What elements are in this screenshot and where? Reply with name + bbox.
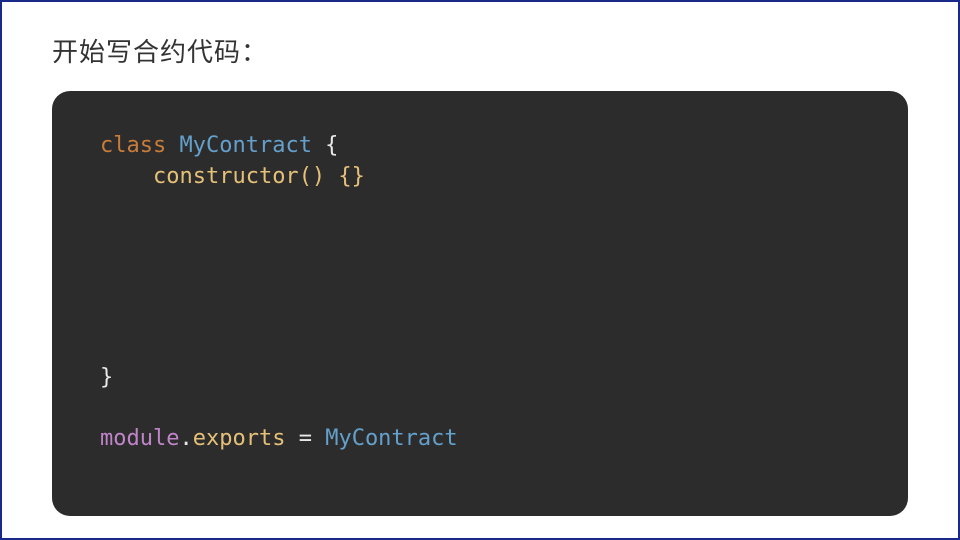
dot: . <box>179 426 192 451</box>
close-brace: } <box>100 365 113 390</box>
equals: = <box>285 426 325 451</box>
constructor-keyword: constructor <box>153 164 299 189</box>
class-name: MyContract <box>179 133 311 158</box>
export-name: MyContract <box>325 426 457 451</box>
module-keyword: module <box>100 426 179 451</box>
exports-keyword: exports <box>193 426 286 451</box>
constructor-parens: () <box>299 164 326 189</box>
blank-gap <box>100 193 868 363</box>
section-heading: 开始写合约代码： <box>52 32 908 69</box>
indent <box>100 164 153 189</box>
code-block: class MyContract { constructor() {} } mo… <box>52 91 908 516</box>
open-brace: { <box>312 133 339 158</box>
keyword-class: class <box>100 133 166 158</box>
constructor-body: {} <box>325 164 365 189</box>
